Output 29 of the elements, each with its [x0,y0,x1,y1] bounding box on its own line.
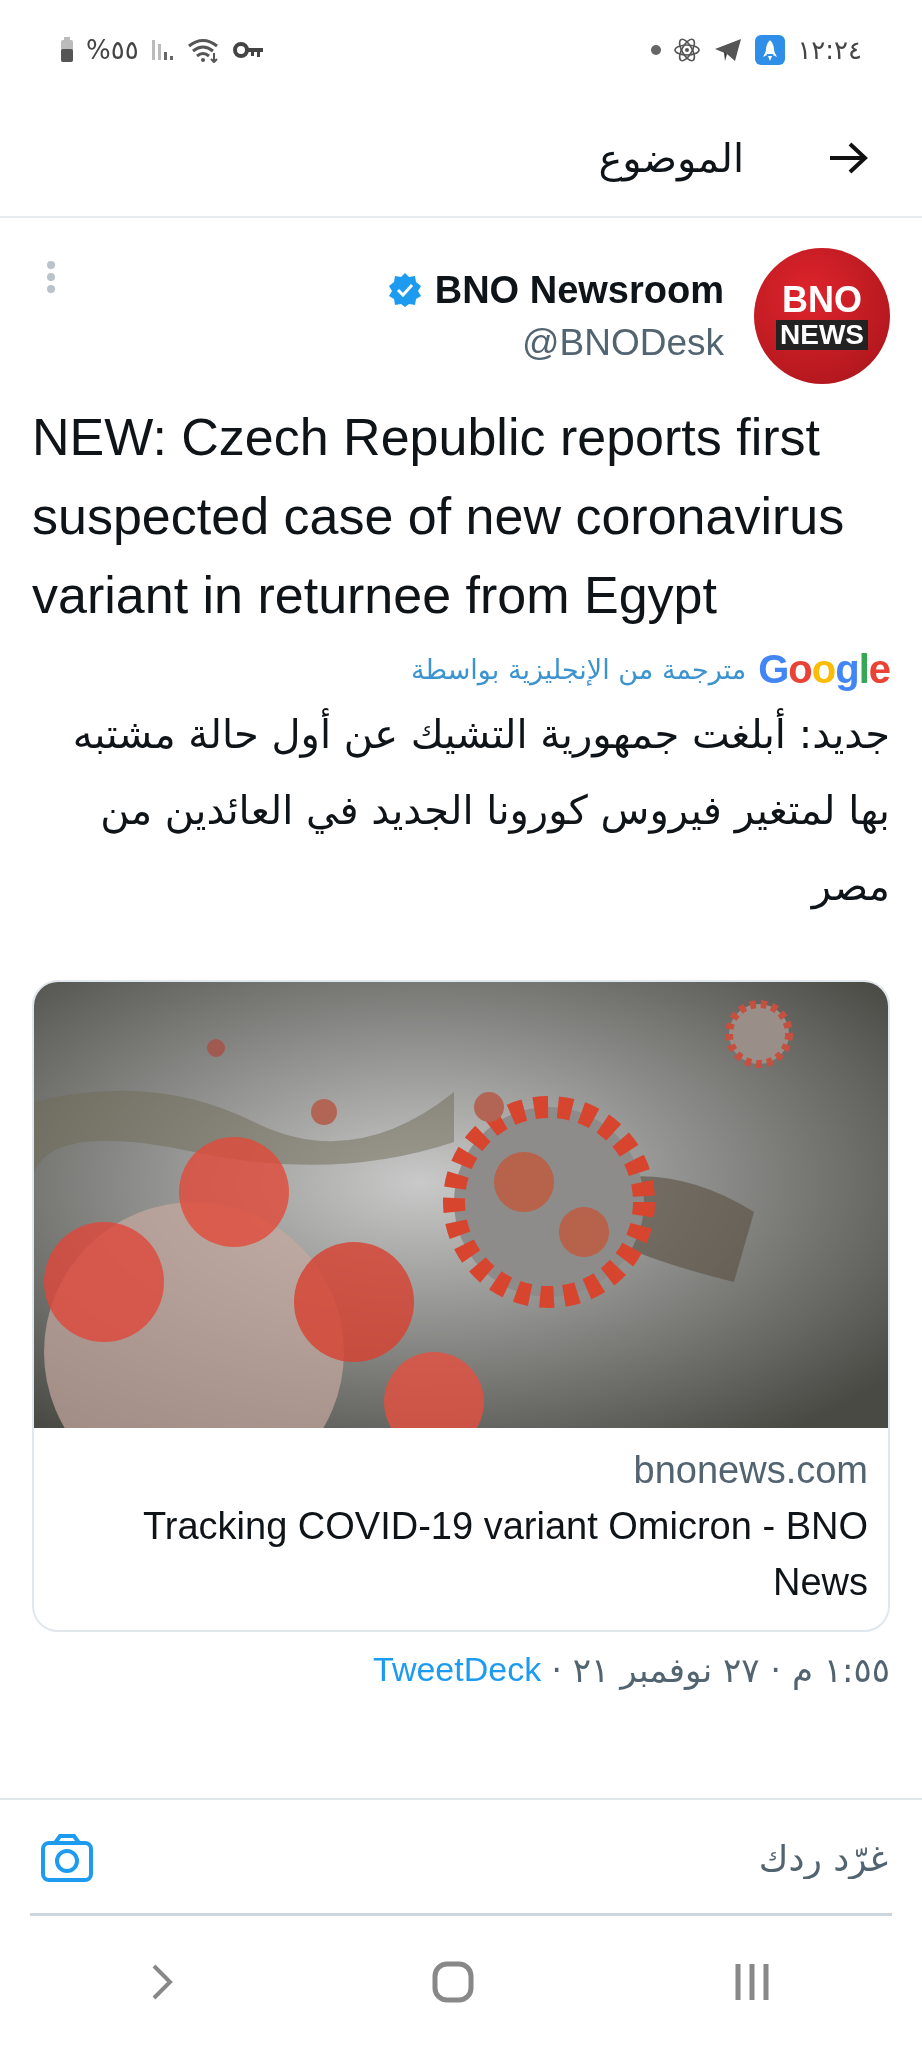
arrow-icon [828,141,868,175]
clock-time: ١٢:٢٤ [797,35,862,65]
link-card[interactable]: bnonews.com Tracking COVID-19 variant Omicron - BNO News [32,980,890,1632]
signal-icon [150,38,175,62]
author-name[interactable]: BNO Newsroom [434,268,724,312]
paper-plane-icon [713,37,744,63]
avatar[interactable]: BNO NEWS [754,248,890,384]
page-title: الموضوع [598,135,744,181]
author-handle[interactable]: @BNODesk [521,321,724,364]
tweet-text: NEW: Czech Republic reports first suspected case of new coronavirus variant in returnee from Egypt [32,407,846,626]
more-icon [46,260,56,294]
avatar-logo-text: BNO [782,282,862,318]
atom-icon [673,36,702,64]
chevron-icon [150,1962,174,2002]
tweet-timestamp: ١:٥٥ م · ٢٧ نوفمبر ٢١ · [551,1650,890,1690]
google-logo: Google [758,647,890,692]
battery-percentage: %٥٥ [86,35,139,65]
link-title: Tracking COVID-19 variant Omicron - BNO News [142,1504,868,1605]
wifi-icon [186,37,221,63]
avatar-logo-text: NEWS [776,320,868,350]
link-domain: bnonews.com [633,1448,868,1493]
battery-icon [60,37,74,63]
home-icon [432,1961,474,2003]
camera-icon [40,1833,94,1883]
translated-text: جديد: أبلغت جمهورية التشيك عن أول حالة مشتبه بها لمتغير فيروس كورونا الجديد في العائدين من مصر [32,696,890,924]
translation-label: مترجمة من الإنجليزية بواسطة [411,654,747,685]
rocket-app-icon [755,35,786,65]
dot-icon [651,45,662,55]
key-icon [232,41,265,59]
